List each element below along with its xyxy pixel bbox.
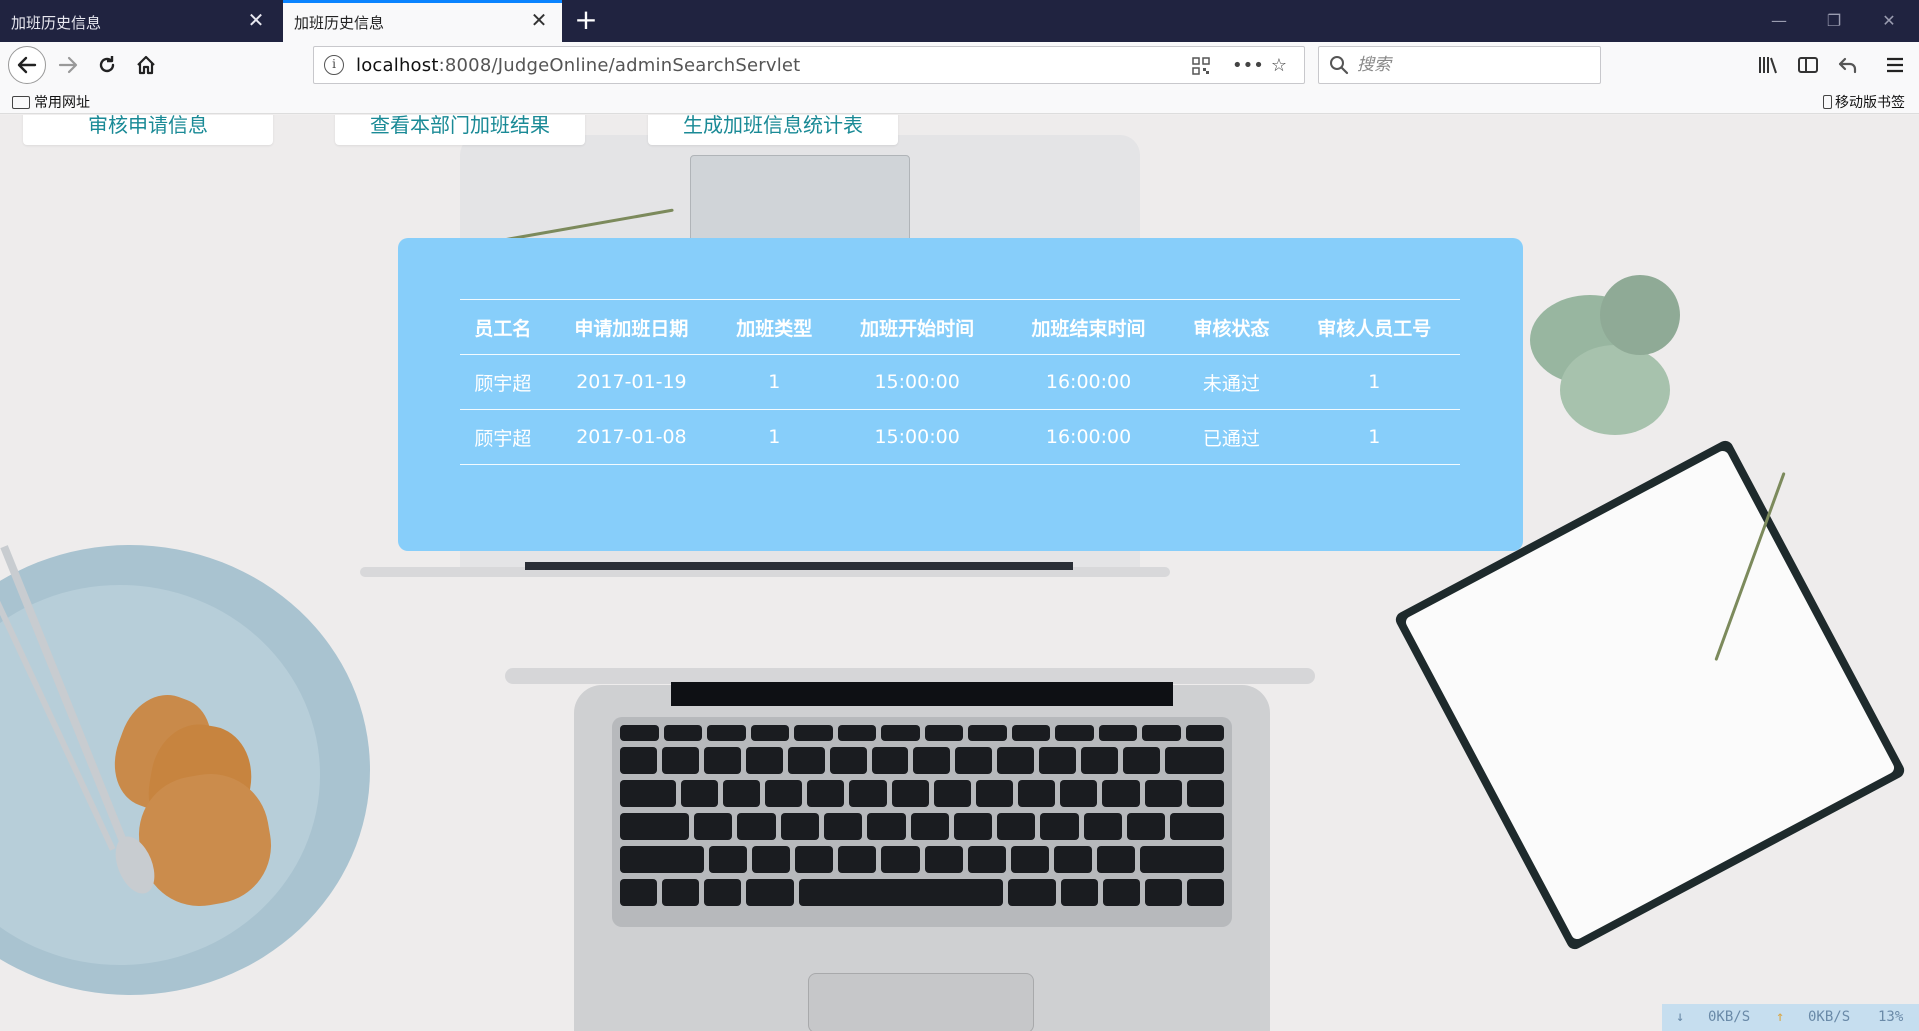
download-arrow-icon: ↓: [1676, 1009, 1685, 1025]
bookmark-folder[interactable]: 常用网址: [12, 92, 90, 112]
more-actions-icon[interactable]: •••: [1232, 53, 1264, 79]
header-start-time: 加班开始时间: [831, 299, 1003, 355]
undo-icon[interactable]: [1830, 47, 1866, 83]
review-applications-button[interactable]: 审核申请信息: [23, 115, 273, 145]
header-apply-date: 申请加班日期: [545, 299, 718, 355]
qr-code-icon[interactable]: [1188, 53, 1214, 79]
bookmark-star-icon[interactable]: ☆: [1266, 53, 1292, 79]
overtime-records-table: 员工名 申请加班日期 加班类型 加班开始时间 加班结束时间 审核状态 审核人员工…: [460, 299, 1460, 465]
cell-overtime-type: 1: [717, 409, 832, 465]
reload-icon: [99, 56, 115, 73]
header-employee-name: 员工名: [460, 299, 546, 355]
plant-decoration: [1560, 345, 1670, 435]
tab-title: 加班历史信息: [294, 14, 385, 32]
header-end-time: 加班结束时间: [1002, 299, 1175, 355]
cell-reviewer-id: 1: [1288, 354, 1460, 410]
url-path: :8008/JudgeOnline/adminSearchServlet: [438, 55, 801, 76]
new-tab-button[interactable]: +: [570, 5, 602, 37]
url-bar[interactable]: i localhost:8008/JudgeOnline/adminSearch…: [313, 46, 1305, 84]
back-arrow-icon: [17, 56, 37, 74]
url-text[interactable]: localhost:8008/JudgeOnline/adminSearchSe…: [356, 55, 800, 76]
sidebar-icon[interactable]: [1790, 47, 1826, 83]
header-review-status: 审核状态: [1174, 299, 1289, 355]
trackpad-decoration: [808, 973, 1034, 1031]
cpu-percent: 13%: [1878, 1009, 1904, 1025]
laptop2-hinge-decoration: [671, 682, 1173, 706]
cell-overtime-type: 1: [717, 354, 832, 410]
laptop-hinge-decoration: [525, 562, 1073, 570]
search-bar[interactable]: [1318, 46, 1601, 84]
table-header-row: 员工名 申请加班日期 加班类型 加班开始时间 加班结束时间 审核状态 审核人员工…: [460, 299, 1460, 355]
home-button[interactable]: [128, 47, 164, 83]
cell-apply-date: 2017-01-19: [545, 354, 718, 410]
download-speed: 0KB/S: [1708, 1009, 1751, 1025]
restore-icon[interactable]: ❐: [1814, 6, 1854, 36]
close-icon[interactable]: ✕: [526, 7, 552, 33]
page-content: 审核申请信息 查看本部门加班结果 生成加班信息统计表 员工名 申请加班日期 加班…: [0, 115, 1919, 1031]
cell-employee-name: 顾宇超: [460, 409, 546, 465]
cell-end-time: 16:00:00: [1002, 409, 1175, 465]
mobile-bookmarks[interactable]: 移动版书签: [1823, 92, 1905, 112]
tab-history-1[interactable]: 加班历史信息 ✕: [0, 0, 279, 42]
menu-icon[interactable]: [1877, 47, 1913, 83]
folder-icon: [12, 96, 30, 109]
bookmarks-toolbar: 常用网址 移动版书签: [0, 88, 1919, 114]
tab-history-2[interactable]: 加班历史信息 ✕: [283, 0, 562, 42]
url-host: localhost: [356, 55, 439, 76]
window-close-icon[interactable]: ✕: [1869, 6, 1909, 36]
network-monitor: ↓ 0KB/S ↑ 0KB/S 13%: [1662, 1004, 1919, 1031]
search-icon: [1330, 56, 1349, 75]
keyboard-decoration: [612, 717, 1232, 927]
navigation-toolbar: i localhost:8008/JudgeOnline/adminSearch…: [0, 42, 1919, 88]
library-icon[interactable]: [1750, 47, 1786, 83]
header-reviewer-id: 审核人员工号: [1288, 299, 1460, 355]
upload-speed: 0KB/S: [1808, 1009, 1851, 1025]
phone-icon: [1823, 95, 1832, 109]
tab-bar: 加班历史信息 ✕ 加班历史信息 ✕ + — ❐ ✕: [0, 0, 1919, 42]
minimize-icon[interactable]: —: [1759, 6, 1799, 36]
bookmark-folder-label: 常用网址: [34, 95, 90, 111]
cell-review-status: 已通过: [1174, 409, 1289, 465]
department-results-button[interactable]: 查看本部门加班结果: [335, 115, 585, 145]
cell-review-status: 未通过: [1174, 354, 1289, 410]
home-icon: [137, 55, 155, 75]
table-row: 顾宇超 2017-01-19 1 15:00:00 16:00:00 未通过 1: [460, 354, 1460, 410]
tab-title: 加班历史信息: [11, 14, 102, 32]
table-row: 顾宇超 2017-01-08 1 15:00:00 16:00:00 已通过 1: [460, 409, 1460, 465]
cell-start-time: 15:00:00: [831, 409, 1003, 465]
records-panel: 员工名 申请加班日期 加班类型 加班开始时间 加班结束时间 审核状态 审核人员工…: [398, 238, 1523, 551]
upload-arrow-icon: ↑: [1776, 1009, 1785, 1025]
cell-reviewer-id: 1: [1288, 409, 1460, 465]
mobile-bookmarks-label: 移动版书签: [1835, 95, 1905, 111]
forward-button[interactable]: [50, 47, 86, 83]
forward-arrow-icon: [58, 56, 78, 74]
cell-start-time: 15:00:00: [831, 354, 1003, 410]
plant-decoration: [1600, 275, 1680, 355]
cell-apply-date: 2017-01-08: [545, 409, 718, 465]
back-button[interactable]: [8, 46, 46, 84]
reload-button[interactable]: [89, 47, 125, 83]
close-icon[interactable]: ✕: [243, 7, 269, 33]
generate-statistics-button[interactable]: 生成加班信息统计表: [648, 115, 898, 145]
site-info-icon[interactable]: i: [324, 55, 344, 75]
search-input[interactable]: [1357, 47, 1597, 83]
cell-employee-name: 顾宇超: [460, 354, 546, 410]
cell-end-time: 16:00:00: [1002, 354, 1175, 410]
header-overtime-type: 加班类型: [717, 299, 832, 355]
